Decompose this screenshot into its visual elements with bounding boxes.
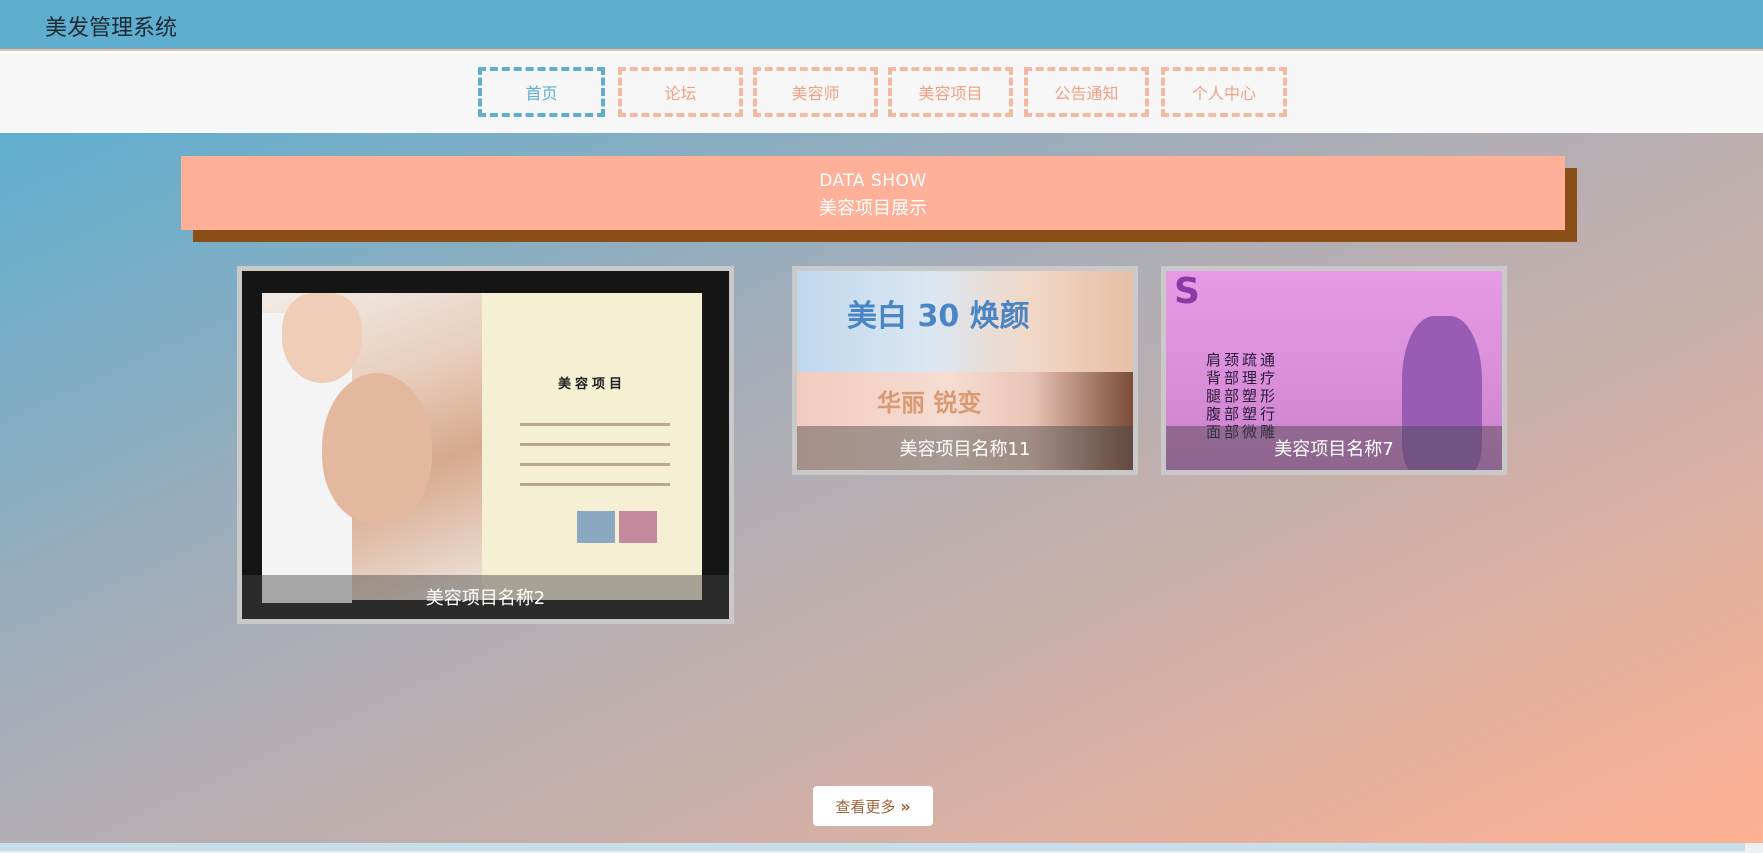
brochure-thumb (619, 511, 657, 543)
brochure-line (520, 463, 670, 466)
section-title-en: DATA SHOW (819, 171, 927, 191)
project-image-1: 美容项目 美容项目名称2 (242, 271, 729, 619)
section-banner: DATA SHOW 美容项目展示 (181, 156, 1565, 230)
face-shape (322, 373, 432, 523)
top-header: 美发管理系统 (0, 0, 1763, 51)
app-title: 美发管理系统 (45, 16, 178, 41)
nav-item-personal-center[interactable]: 个人中心 (1161, 67, 1287, 117)
brochure-line (520, 443, 670, 446)
double-chevron-right-icon: » (900, 796, 911, 816)
brochure-line (520, 483, 670, 486)
brochure-thumb (577, 511, 615, 543)
nav-item-beauty-projects[interactable]: 美容项目 (888, 67, 1013, 117)
nav-item-forum[interactable]: 论坛 (618, 67, 743, 117)
brochure-title: 美容项目 (557, 377, 626, 392)
facial-photo (262, 293, 482, 603)
main-nav: 首页 论坛 美容师 美容项目 公告通知 个人中心 (0, 53, 1763, 133)
view-more-button[interactable]: 查看更多 » (813, 786, 933, 826)
nav-item-home[interactable]: 首页 (478, 67, 605, 117)
project-card-1[interactable]: 美容项目 美容项目名称2 (237, 266, 734, 624)
nav-item-beauticians[interactable]: 美容师 (753, 67, 878, 117)
nav-item-announcements[interactable]: 公告通知 (1024, 67, 1149, 117)
scrollbar-thumb[interactable] (0, 843, 1745, 851)
project-image-3: S 肩颈疏通 背部理疗 腿部塑形 腹部塑行 面部微雕 美容项目名称7 (1166, 271, 1502, 470)
view-more-label: 查看更多 (835, 797, 896, 816)
project-caption-1: 美容项目名称2 (242, 575, 729, 619)
brochure-page: 美容项目 (482, 293, 702, 600)
project-caption-3: 美容项目名称7 (1166, 426, 1502, 470)
project-card-3[interactable]: S 肩颈疏通 背部理疗 腿部塑形 腹部塑行 面部微雕 美容项目名称7 (1161, 266, 1507, 475)
hand-shape (282, 293, 362, 383)
bottom-scrollbar[interactable] (0, 843, 1763, 853)
project-caption-2: 美容项目名称11 (797, 426, 1133, 470)
section-title-cn: 美容项目展示 (819, 198, 927, 219)
project-card-2[interactable]: 美白 30 焕颜 华丽 锐变 美容项目名称11 (792, 266, 1138, 475)
transformation-text: 华丽 锐变 (877, 389, 982, 417)
poster-logo-mark: S (1174, 271, 1200, 312)
brochure-line (520, 423, 670, 426)
whitening-banner: 美白 30 焕颜 (797, 271, 1133, 372)
whitening-text: 美白 30 焕颜 (847, 299, 1030, 334)
project-image-2: 美白 30 焕颜 华丽 锐变 美容项目名称11 (797, 271, 1133, 470)
